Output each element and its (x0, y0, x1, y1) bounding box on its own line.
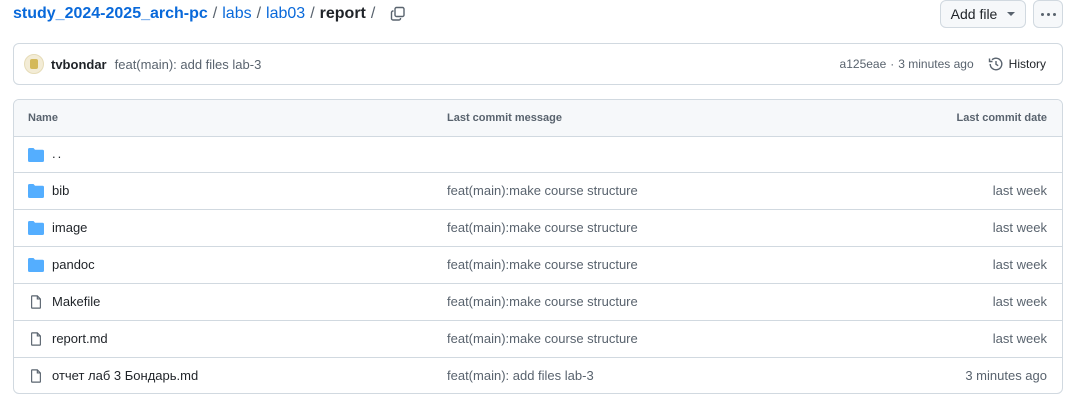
commit-date: last week (992, 257, 1047, 272)
folder-icon (28, 148, 44, 162)
breadcrumb-separator: / (310, 5, 315, 22)
commit-message-link[interactable]: feat(main):make course structure (447, 331, 638, 346)
commit-message-link[interactable]: feat(main):make course structure (447, 183, 638, 198)
commit-time: 3 minutes ago (898, 57, 974, 71)
breadcrumb-lab03-link[interactable]: lab03 (266, 5, 305, 23)
table-row: pandoc feat(main):make course structure … (14, 247, 1062, 284)
commit-date: last week (992, 294, 1047, 309)
kebab-dot-icon (1052, 12, 1056, 16)
commit-message-link[interactable]: feat(main):make course structure (447, 220, 638, 235)
avatar[interactable] (24, 54, 44, 74)
commit-author[interactable]: tvbondar (51, 57, 107, 72)
commit-sha[interactable]: a125eae (840, 57, 887, 71)
commit-message-link[interactable]: feat(main):make course structure (447, 294, 638, 309)
commit-message-link[interactable]: feat(main): add files lab-3 (447, 368, 594, 383)
meta-separator: · (890, 57, 895, 71)
history-label: History (1008, 57, 1046, 71)
commit-meta: a125eae · 3 minutes ago History (840, 56, 1062, 72)
table-row: bib feat(main):make course structure las… (14, 173, 1062, 210)
file-name-link[interactable]: Makefile (52, 294, 100, 309)
folder-icon (28, 184, 44, 198)
commit-date: 3 minutes ago (965, 368, 1047, 383)
breadcrumb-separator: / (256, 5, 262, 22)
table-row: отчет лаб 3 Бондарь.md feat(main): add f… (14, 358, 1062, 393)
kebab-dot-icon (1040, 12, 1044, 16)
more-options-button[interactable] (1033, 0, 1063, 28)
breadcrumb-separator: / (212, 5, 218, 22)
file-icon (31, 295, 41, 309)
file-icon (31, 332, 41, 346)
parent-directory-link[interactable]: .. (52, 146, 63, 161)
latest-commit-bar: tvbondar feat(main): add files lab-3 a12… (13, 43, 1063, 85)
add-file-button[interactable]: Add file (940, 0, 1026, 28)
file-table: Name Last commit message Last commit dat… (13, 99, 1063, 394)
copy-path-icon[interactable] (390, 6, 406, 22)
commit-date: last week (992, 220, 1047, 235)
commit-date: last week (992, 331, 1047, 346)
column-message-header: Last commit message (447, 112, 562, 124)
breadcrumb-labs-link[interactable]: labs (222, 5, 251, 23)
file-name-link[interactable]: image (52, 220, 87, 235)
table-row: Makefile feat(main):make course structur… (14, 284, 1062, 321)
file-name-link[interactable]: отчет лаб 3 Бондарь.md (52, 368, 198, 383)
header-bar: study_2024-2025_arch-pc / labs / lab03 /… (0, 0, 1069, 30)
breadcrumb-separator: / (370, 5, 376, 22)
table-row: image feat(main):make course structure l… (14, 210, 1062, 247)
commit-message-link[interactable]: feat(main):make course structure (447, 257, 638, 272)
chevron-down-icon (1007, 12, 1016, 16)
table-row: report.md feat(main):make course structu… (14, 321, 1062, 358)
file-name-link[interactable]: pandoc (52, 257, 95, 272)
breadcrumb: study_2024-2025_arch-pc / labs / lab03 /… (13, 5, 406, 23)
breadcrumb-current: report (319, 5, 366, 22)
add-file-label: Add file (950, 6, 998, 22)
history-icon (988, 57, 1003, 71)
commit-message[interactable]: feat(main): add files lab-3 (115, 57, 262, 72)
history-button[interactable]: History (988, 56, 1046, 72)
column-date-header: Last commit date (956, 112, 1047, 124)
kebab-dot-icon (1046, 12, 1050, 16)
file-name-link[interactable]: report.md (52, 331, 108, 346)
file-icon (31, 369, 41, 383)
folder-icon (28, 258, 44, 272)
commit-date: last week (992, 183, 1047, 198)
breadcrumb-repo-link[interactable]: study_2024-2025_arch-pc (13, 5, 208, 23)
table-header: Name Last commit message Last commit dat… (14, 100, 1062, 137)
column-name-header: Name (28, 112, 58, 124)
folder-icon (28, 221, 44, 235)
file-name-link[interactable]: bib (52, 183, 69, 198)
parent-directory-row[interactable]: .. (14, 137, 1062, 173)
